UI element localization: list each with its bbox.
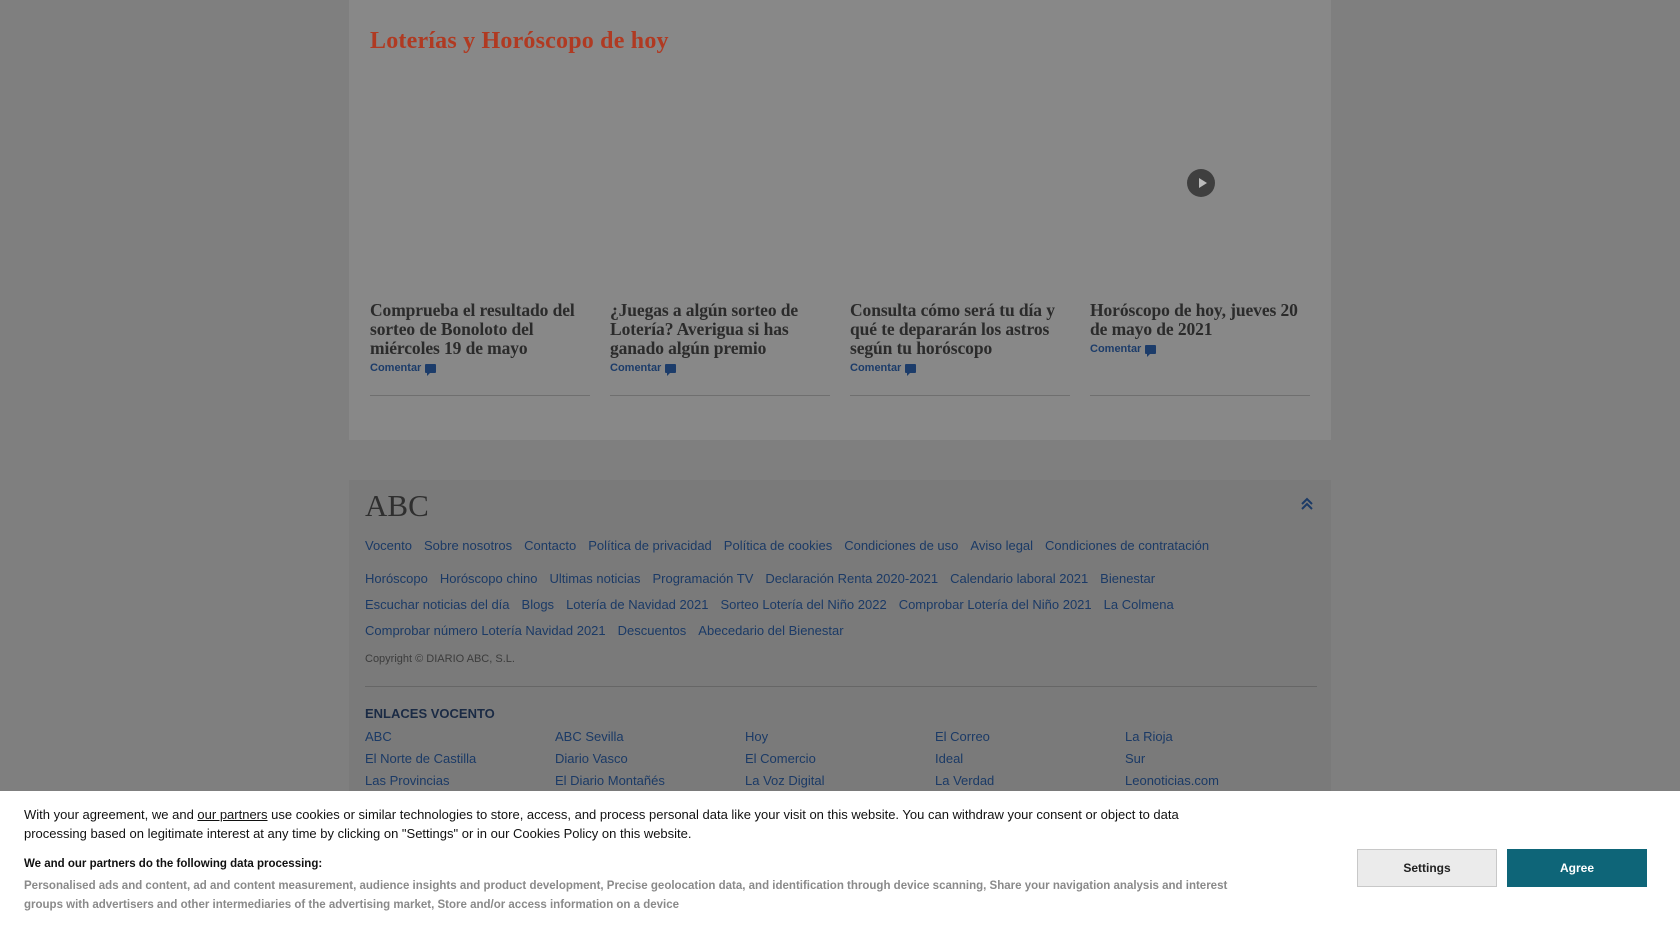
comment-icon: [425, 363, 437, 376]
footer-link[interactable]: Abecedario del Bienestar: [698, 623, 843, 638]
enlace-link[interactable]: El Norte de Castilla: [365, 751, 555, 766]
footer-link[interactable]: La Colmena: [1104, 597, 1174, 612]
news-card[interactable]: ¿Juegas a algún sorteo de Lotería? Averi…: [610, 78, 830, 396]
footer-link[interactable]: Lotería de Navidad 2021: [566, 597, 708, 612]
enlace-link[interactable]: El Correo: [935, 729, 1125, 744]
enlace-link[interactable]: Las Provincias: [365, 773, 555, 788]
card-headline[interactable]: Consulta cómo será tu día y qué te depar…: [850, 301, 1070, 358]
footer-link[interactable]: Programación TV: [652, 571, 753, 586]
card-thumbnail[interactable]: [850, 78, 1070, 288]
footer-link[interactable]: Blogs: [522, 597, 555, 612]
card-thumbnail[interactable]: [1090, 78, 1310, 288]
news-card[interactable]: Horóscopo de hoy, jueves 20 de mayo de 2…: [1090, 78, 1310, 396]
footer-links-row-3: Escuchar noticias del día Blogs Lotería …: [365, 597, 1174, 612]
enlace-link[interactable]: Leonoticias.com: [1125, 773, 1315, 788]
enlace-link[interactable]: Hoy: [745, 729, 935, 744]
news-card[interactable]: Consulta cómo será tu día y qué te depar…: [850, 78, 1070, 396]
enlace-link[interactable]: La Voz Digital: [745, 773, 935, 788]
card-thumbnail[interactable]: [610, 78, 830, 288]
footer-link[interactable]: Sorteo Lotería del Niño 2022: [720, 597, 886, 612]
comment-link[interactable]: Comentar: [370, 362, 590, 376]
footer-link[interactable]: Política de cookies: [724, 538, 832, 553]
footer-link[interactable]: Comprobar número Lotería Navidad 2021: [365, 623, 606, 638]
card-thumbnail[interactable]: [370, 78, 590, 288]
enlaces-title: ENLACES VOCENTO: [365, 706, 495, 721]
footer-link[interactable]: Horóscopo chino: [440, 571, 538, 586]
footer-link[interactable]: Ultimas noticias: [549, 571, 640, 586]
card-divider: [850, 395, 1070, 396]
enlace-link[interactable]: La Verdad: [935, 773, 1125, 788]
cookie-subtitle: We and our partners do the following dat…: [24, 858, 323, 870]
comment-label: Comentar: [850, 362, 902, 374]
footer-links-row-1: Vocento Sobre nosotros Contacto Política…: [365, 538, 1209, 553]
card-divider: [1090, 395, 1310, 396]
footer-link[interactable]: Comprobar Lotería del Niño 2021: [899, 597, 1092, 612]
footer-link[interactable]: Aviso legal: [970, 538, 1033, 553]
cookie-purposes: Personalised ads and content, ad and con…: [24, 880, 1228, 911]
card-headline[interactable]: ¿Juegas a algún sorteo de Lotería? Averi…: [610, 301, 830, 358]
lottery-horoscope-section: Loterías y Horóscopo de hoy Comprueba el…: [349, 0, 1331, 440]
news-card[interactable]: Comprueba el resultado del sorteo de Bon…: [370, 78, 590, 396]
cookie-text-before: With your agreement, we and: [24, 807, 198, 822]
partners-link[interactable]: our partners: [197, 807, 267, 822]
comment-icon: [905, 363, 917, 376]
enlaces-grid: ABC ABC Sevilla Hoy El Correo La Rioja E…: [365, 729, 1315, 788]
comment-link[interactable]: Comentar: [610, 362, 830, 376]
copyright-text: Copyright © DIARIO ABC, S.L.: [365, 653, 515, 665]
footer-divider: [365, 686, 1317, 687]
comment-label: Comentar: [610, 362, 662, 374]
footer-link[interactable]: Vocento: [365, 538, 412, 553]
card-divider: [610, 395, 830, 396]
enlace-link[interactable]: Sur: [1125, 751, 1315, 766]
footer-link[interactable]: Condiciones de uso: [844, 538, 958, 553]
footer-link[interactable]: Contacto: [524, 538, 576, 553]
agree-button[interactable]: Agree: [1507, 849, 1647, 887]
enlace-link[interactable]: El Comercio: [745, 751, 935, 766]
footer-links-row-4: Comprobar número Lotería Navidad 2021 De…: [365, 623, 844, 638]
enlace-link[interactable]: Ideal: [935, 751, 1125, 766]
enlace-link[interactable]: El Diario Montañés: [555, 773, 745, 788]
settings-button[interactable]: Settings: [1357, 849, 1497, 887]
footer-link[interactable]: Bienestar: [1100, 571, 1155, 586]
footer-link[interactable]: Escuchar noticias del día: [365, 597, 510, 612]
footer-link[interactable]: Calendario laboral 2021: [950, 571, 1088, 586]
comment-icon: [1145, 344, 1157, 357]
play-icon[interactable]: [1187, 169, 1215, 197]
footer-link[interactable]: Declaración Renta 2020-2021: [765, 571, 938, 586]
comment-label: Comentar: [370, 362, 422, 374]
enlace-link[interactable]: La Rioja: [1125, 729, 1315, 744]
section-title[interactable]: Loterías y Horóscopo de hoy: [370, 28, 669, 55]
comment-label: Comentar: [1090, 343, 1142, 355]
comment-link[interactable]: Comentar: [1090, 343, 1310, 357]
footer-link[interactable]: Condiciones de contratación: [1045, 538, 1209, 553]
footer-link[interactable]: Política de privacidad: [588, 538, 712, 553]
footer-links-row-2: Horóscopo Horóscopo chino Ultimas notici…: [365, 571, 1155, 586]
card-headline[interactable]: Horóscopo de hoy, jueves 20 de mayo de 2…: [1090, 301, 1310, 339]
comment-icon: [665, 363, 677, 376]
enlace-link[interactable]: Diario Vasco: [555, 751, 745, 766]
card-headline[interactable]: Comprueba el resultado del sorteo de Bon…: [370, 301, 590, 358]
footer-link[interactable]: Descuentos: [618, 623, 687, 638]
enlace-link[interactable]: ABC Sevilla: [555, 729, 745, 744]
scroll-to-top-icon[interactable]: [1299, 496, 1315, 512]
footer-link[interactable]: Horóscopo: [365, 571, 428, 586]
comment-link[interactable]: Comentar: [850, 362, 1070, 376]
card-divider: [370, 395, 590, 396]
footer-link[interactable]: Sobre nosotros: [424, 538, 512, 553]
footer-logo[interactable]: ABC: [365, 488, 429, 524]
enlace-link[interactable]: ABC: [365, 729, 555, 744]
cookie-consent-text: With your agreement, we and our partners…: [24, 805, 1224, 843]
